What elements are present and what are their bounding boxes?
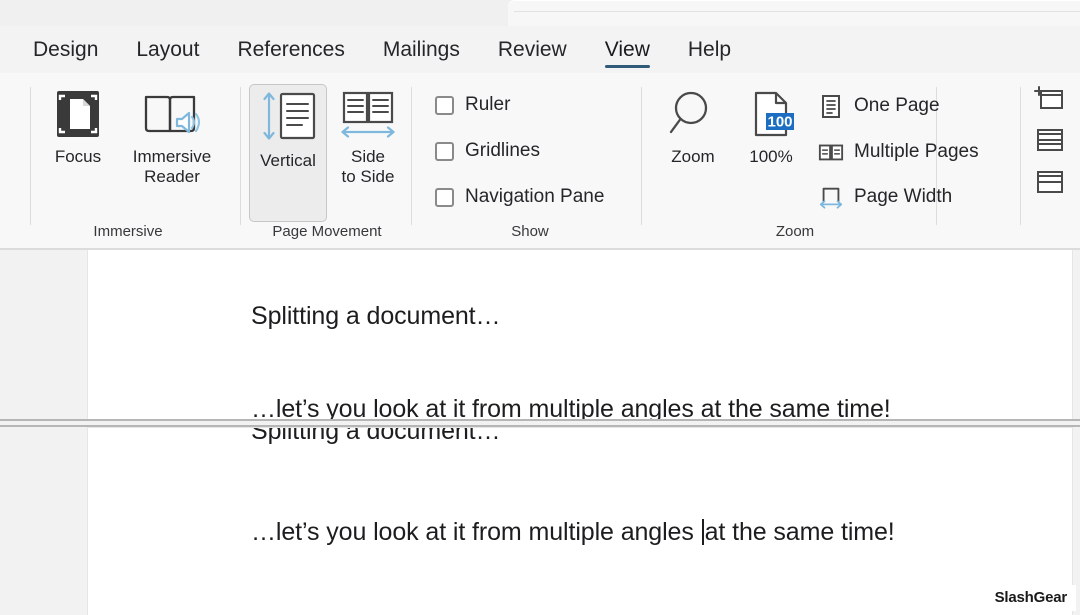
doc-bottom-line-2-before: …let’s you look at it from multiple angl… <box>251 518 701 546</box>
group-label-page-movement: Page Movement <box>272 223 382 240</box>
svg-text:100: 100 <box>767 114 792 131</box>
checkbox-navigation-pane-label: Navigation Pane <box>465 186 605 207</box>
side-to-side-button-label: Side to Side <box>341 147 395 187</box>
word-window: Design Layout References Mailings Review… <box>0 0 1080 615</box>
tab-mailings-label: Mailings <box>382 38 460 61</box>
magnifier-icon <box>650 85 736 143</box>
immersive-reader-button[interactable]: Immersive Reader <box>120 85 224 187</box>
book-speaker-icon <box>120 85 224 143</box>
checkbox-ruler-label: Ruler <box>465 94 511 115</box>
group-label-immersive: Immersive <box>93 223 163 240</box>
tab-help-label: Help <box>687 38 732 61</box>
one-page-item[interactable]: One Page <box>818 94 940 118</box>
zoom-100-button-label: 100% <box>749 147 793 166</box>
tab-review[interactable]: Review <box>479 26 586 73</box>
tab-mailings[interactable]: Mailings <box>364 26 479 73</box>
tab-design-label: Design <box>33 38 99 61</box>
arrange-all-icon <box>1034 126 1066 159</box>
new-window-button[interactable] <box>1033 85 1067 115</box>
zoom-button[interactable]: Zoom <box>650 85 736 167</box>
focus-button[interactable]: Focus <box>32 85 124 167</box>
vertical-scroll-page-icon <box>250 85 326 147</box>
side-to-side-button[interactable]: Side to Side <box>328 85 408 187</box>
immersive-reader-button-label: Immersive Reader <box>132 147 212 187</box>
group-separator <box>1020 87 1021 225</box>
checkbox-gridlines[interactable]: Gridlines <box>435 140 540 162</box>
page-width-icon <box>818 185 844 209</box>
doc-bottom-line-1: Splitting a document… <box>251 428 501 445</box>
splitter-line-top <box>0 419 1080 421</box>
vertical-button[interactable]: Vertical <box>249 84 327 222</box>
split-window-button[interactable] <box>1033 169 1067 199</box>
doc-top-line-1: Splitting a document… <box>251 302 501 330</box>
splitter-line-bottom <box>0 425 1080 427</box>
doc-top-line-2: …let’s you look at it from multiple angl… <box>251 395 891 422</box>
text-cursor <box>701 519 704 545</box>
group-separator <box>30 87 31 225</box>
side-to-side-book-icon <box>328 85 408 143</box>
tab-design[interactable]: Design <box>14 26 117 73</box>
window-splitter[interactable] <box>0 419 1080 428</box>
watermark: SlashGear <box>985 585 1076 611</box>
vertical-button-label: Vertical <box>260 151 316 170</box>
checkbox-ruler[interactable]: Ruler <box>435 94 510 116</box>
group-label-zoom: Zoom <box>775 223 815 240</box>
tab-review-label: Review <box>497 38 567 61</box>
focus-page-icon <box>32 85 124 143</box>
multiple-pages-label: Multiple Pages <box>854 141 979 162</box>
one-page-icon <box>818 94 844 118</box>
document-pane-top[interactable]: Splitting a document… …let’s you look at… <box>88 250 1072 422</box>
title-bar-strip <box>0 0 1080 26</box>
tab-view-active-underline <box>604 65 650 68</box>
tab-help[interactable]: Help <box>669 26 750 73</box>
page-width-label: Page Width <box>854 186 953 207</box>
tab-view-label: View <box>604 38 650 61</box>
page-percent-icon: 100 <box>730 85 812 143</box>
zoom-100-button[interactable]: 100 100% <box>730 85 812 167</box>
group-separator <box>411 87 412 225</box>
checkbox-navigation-pane[interactable]: Navigation Pane <box>435 186 604 208</box>
tab-layout[interactable]: Layout <box>117 26 218 73</box>
navigation-pane-checkbox-box[interactable] <box>435 187 454 207</box>
group-separator <box>641 87 642 225</box>
gridlines-checkbox-box[interactable] <box>435 141 454 161</box>
tab-view[interactable]: View <box>586 26 669 73</box>
multiple-pages-icon <box>818 140 844 164</box>
document-pane-bottom[interactable]: Splitting a document… …let’s you look at… <box>88 428 1072 615</box>
group-label-show: Show <box>511 223 549 240</box>
focus-button-label: Focus <box>54 147 102 166</box>
multiple-pages-item[interactable]: Multiple Pages <box>818 140 979 164</box>
zoom-button-label: Zoom <box>671 147 715 166</box>
document-area: Splitting a document… …let’s you look at… <box>0 250 1080 615</box>
tab-references[interactable]: References <box>218 26 363 73</box>
ribbon-tab-bar: Design Layout References Mailings Review… <box>0 26 1080 73</box>
ruler-checkbox-box[interactable] <box>435 95 454 115</box>
tab-references-label: References <box>237 38 345 61</box>
ribbon-content: Focus Immersive Reader Immersive Vertica… <box>0 73 1080 250</box>
split-window-icon <box>1034 168 1066 201</box>
doc-bottom-line-2-after: at the same time! <box>704 518 895 546</box>
checkbox-gridlines-label: Gridlines <box>465 140 540 161</box>
new-window-icon <box>1034 84 1066 117</box>
arrange-all-button[interactable] <box>1033 127 1067 157</box>
one-page-label: One Page <box>854 95 940 116</box>
group-separator <box>240 87 241 225</box>
window-tab-ghost <box>508 0 1080 26</box>
page-width-item[interactable]: Page Width <box>818 185 952 209</box>
doc-bottom-line-2: …let’s you look at it from multiple angl… <box>251 518 895 547</box>
tab-layout-label: Layout <box>136 38 200 61</box>
